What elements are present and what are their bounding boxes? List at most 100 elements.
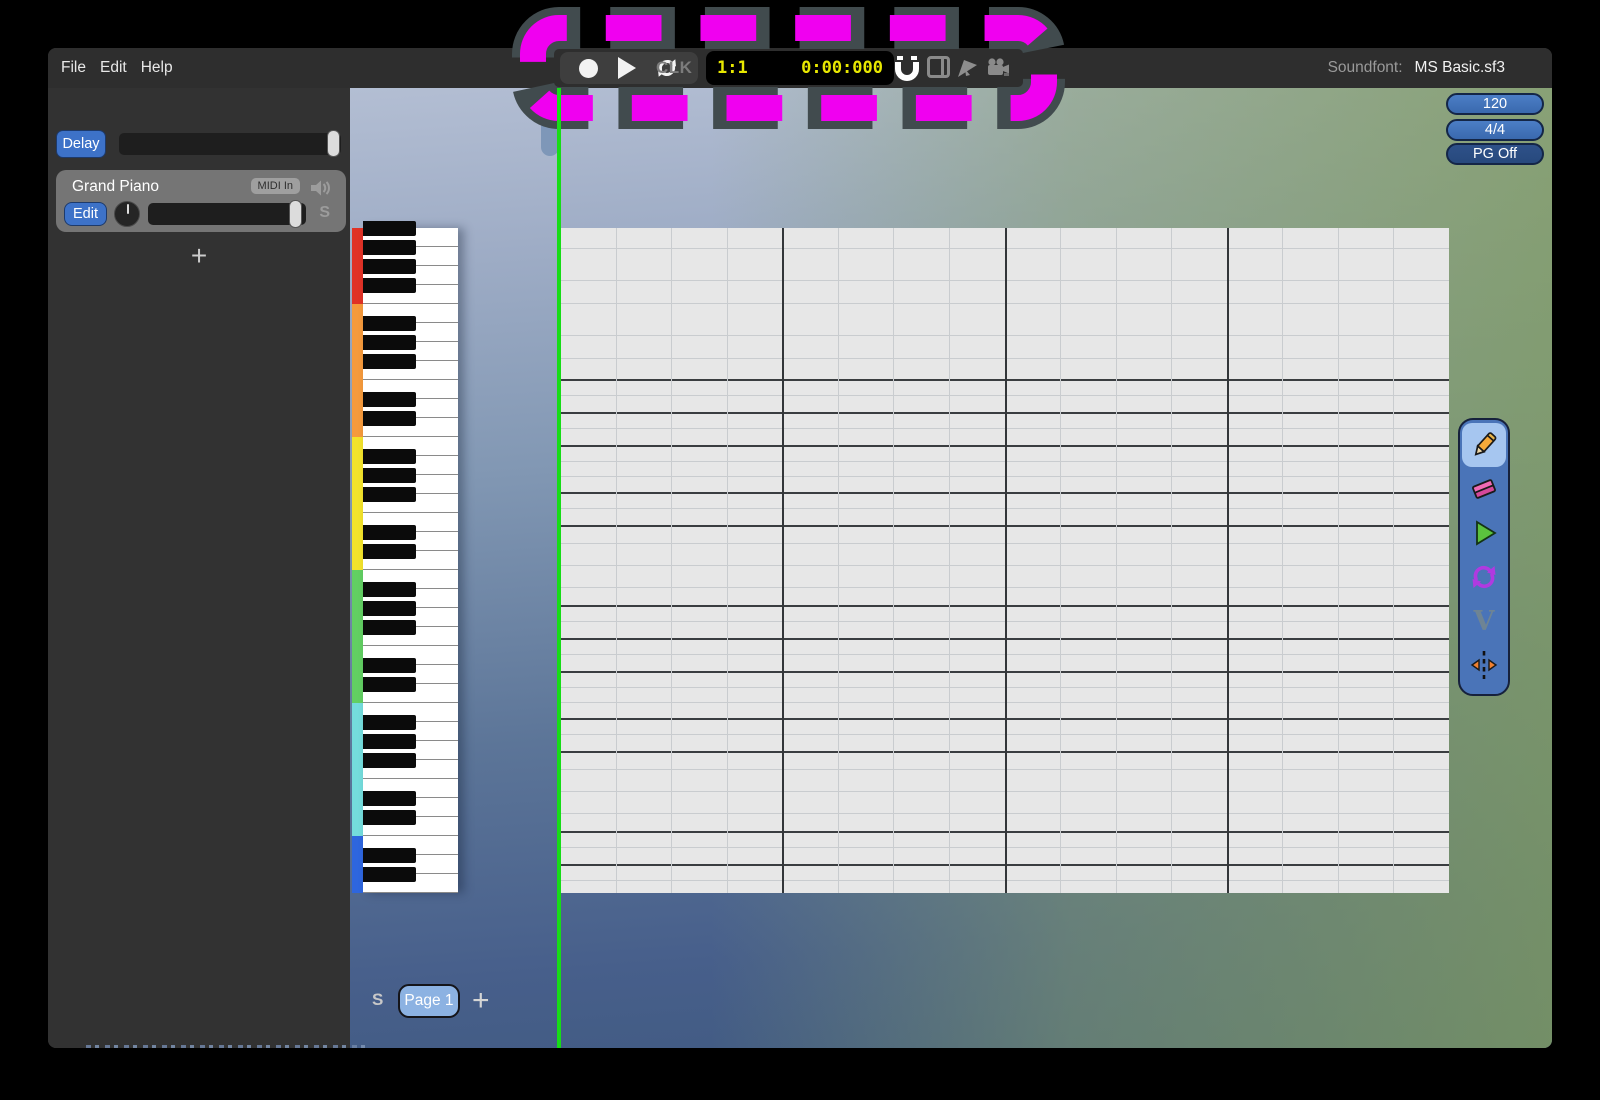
piano-key-black[interactable] [363,449,416,464]
piano-key-black[interactable] [363,601,416,616]
delay-slider[interactable] [119,133,341,155]
piano-key-black[interactable] [363,259,416,274]
app-window: File Edit Help CLK 1:1 0:00:000 [48,48,1552,1048]
menu-edit[interactable]: Edit [100,59,127,77]
track-sidebar: Delay Grand Piano MIDI In Edit S + [48,88,350,1048]
grid-line [893,228,894,893]
octave-band [352,570,363,703]
menu-help[interactable]: Help [141,59,173,77]
grid-line [1393,228,1394,893]
soundfont-value[interactable]: MS Basic.sf3 [1415,59,1505,77]
octave-band [352,836,363,893]
track-card[interactable]: Grand Piano MIDI In Edit S [56,170,346,232]
grid-line [671,228,672,893]
pg-off-button[interactable]: PG Off [1446,143,1544,165]
piano-key-black[interactable] [363,753,416,768]
play-tool[interactable] [1462,511,1506,555]
eraser-tool[interactable] [1462,467,1506,511]
piano-keyboard[interactable] [363,228,458,893]
position-readout: 1:1 [717,58,801,78]
grid-line [1282,228,1283,893]
grid-line [727,228,728,893]
piano-key-black[interactable] [363,677,416,692]
grid-line [782,228,784,893]
piano-roll-area: 120 4/4 PG Off [350,88,1552,1048]
piano-key-black[interactable] [363,715,416,730]
piano-key-black[interactable] [363,335,416,350]
grid-line [616,228,617,893]
piano-key-black[interactable] [363,487,416,502]
grid-line [1338,228,1339,893]
top-toolbar: File Edit Help CLK 1:1 0:00:000 [48,48,1552,88]
time-signature-button[interactable]: 4/4 [1446,119,1544,141]
track-solo-button[interactable]: S [319,204,330,222]
midi-in-badge: MIDI In [251,178,300,194]
volume-slider[interactable] [148,203,306,225]
track-name: Grand Piano [72,178,159,196]
piano-key-black[interactable] [363,620,416,635]
piano-key-black[interactable] [363,392,416,407]
pan-knob[interactable] [114,201,140,227]
piano-key-black[interactable] [363,544,416,559]
piano-key-black[interactable] [363,468,416,483]
menubar: File Edit Help [48,59,338,77]
pencil-tool[interactable] [1462,423,1506,467]
octave-band [352,437,363,570]
play-button[interactable] [618,57,636,79]
piano-key-black[interactable] [363,867,416,882]
octave-color-strip [352,228,363,893]
piano-key-black[interactable] [363,411,416,426]
piano-key-black[interactable] [363,240,416,255]
soundfont-indicator: Soundfont: MS Basic.sf3 [1328,48,1505,88]
clipped-status-text [86,1045,368,1048]
piano-key-black[interactable] [363,582,416,597]
panel-toggle-icon[interactable] [927,56,950,78]
add-track-button[interactable]: + [48,240,350,272]
piano-key-black[interactable] [363,278,416,293]
split-tool[interactable] [1462,643,1506,687]
piano-key-black[interactable] [363,354,416,369]
record-button[interactable] [579,59,598,78]
octave-band [352,703,363,836]
time-readout: 0:00:000 [801,58,883,78]
octave-band [352,228,363,304]
loop-tool[interactable] [1462,555,1506,599]
snap-magnet-icon[interactable] [894,56,920,82]
piano-key-black[interactable] [363,658,416,673]
piano-key-black[interactable] [363,848,416,863]
menu-file[interactable]: File [61,59,86,77]
grid-line [1005,228,1007,893]
cursor-arrow-icon[interactable] [956,56,980,80]
velocity-tool[interactable]: V [1462,599,1506,643]
grid-line [838,228,839,893]
piano-key-black[interactable] [363,791,416,806]
piano-key-black[interactable] [363,734,416,749]
piano-key-black[interactable] [363,221,416,236]
soundfont-label: Soundfont: [1328,59,1403,77]
volume-slider-handle[interactable] [289,200,302,228]
delay-slider-handle[interactable] [327,130,340,157]
piano-key-black[interactable] [363,810,416,825]
grid-line [1116,228,1117,893]
add-page-button[interactable]: + [472,984,490,1018]
video-camera-icon[interactable] [985,56,1011,80]
piano-key-black[interactable] [363,525,416,540]
speaker-icon[interactable] [310,179,332,197]
playhead-line[interactable] [557,88,561,1048]
octave-band [352,304,363,437]
page-1-button[interactable]: Page 1 [398,984,460,1018]
grid-line [1171,228,1172,893]
grid-line [1227,228,1229,893]
time-display: 1:1 0:00:000 [706,51,894,85]
delay-row: Delay [56,130,342,158]
edit-track-button[interactable]: Edit [64,202,107,226]
page-solo-button[interactable]: S [372,990,383,1010]
note-grid[interactable] [560,228,1449,893]
delay-button[interactable]: Delay [56,130,106,158]
tool-palette: V [1458,418,1510,696]
piano-key-black[interactable] [363,316,416,331]
grid-line [949,228,950,893]
grid-line [1060,228,1061,893]
clock-toggle[interactable]: CLK [656,58,692,78]
tempo-button[interactable]: 120 [1446,93,1544,115]
